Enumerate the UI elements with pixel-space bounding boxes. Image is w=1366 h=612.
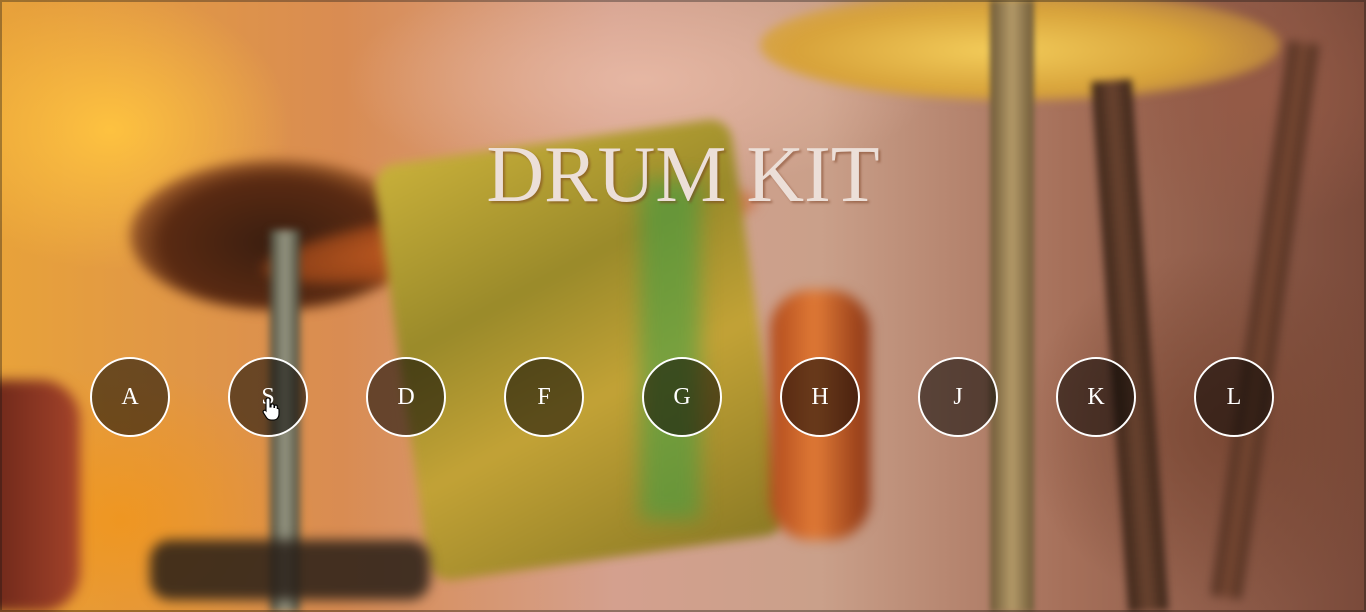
drum-key-l[interactable]: L (1194, 357, 1274, 437)
drum-key-g[interactable]: G (642, 357, 722, 437)
drum-key-f[interactable]: F (504, 357, 584, 437)
cymbal-stand-shape (990, 0, 1034, 612)
pedal-shape (150, 540, 430, 600)
hand-pointer-icon (262, 397, 280, 421)
light-glow-shape (640, 180, 700, 520)
page-title: DRUM KIT (486, 131, 880, 219)
stand-shape (1211, 40, 1319, 600)
drum-key-h[interactable]: H (780, 357, 860, 437)
drum-key-row: A S D F G H J K L (0, 357, 1366, 437)
drum-key-a[interactable]: A (90, 357, 170, 437)
drum-key-d[interactable]: D (366, 357, 446, 437)
drum-key-j[interactable]: J (918, 357, 998, 437)
background-drum-photo (0, 0, 1366, 612)
drum-key-k[interactable]: K (1056, 357, 1136, 437)
